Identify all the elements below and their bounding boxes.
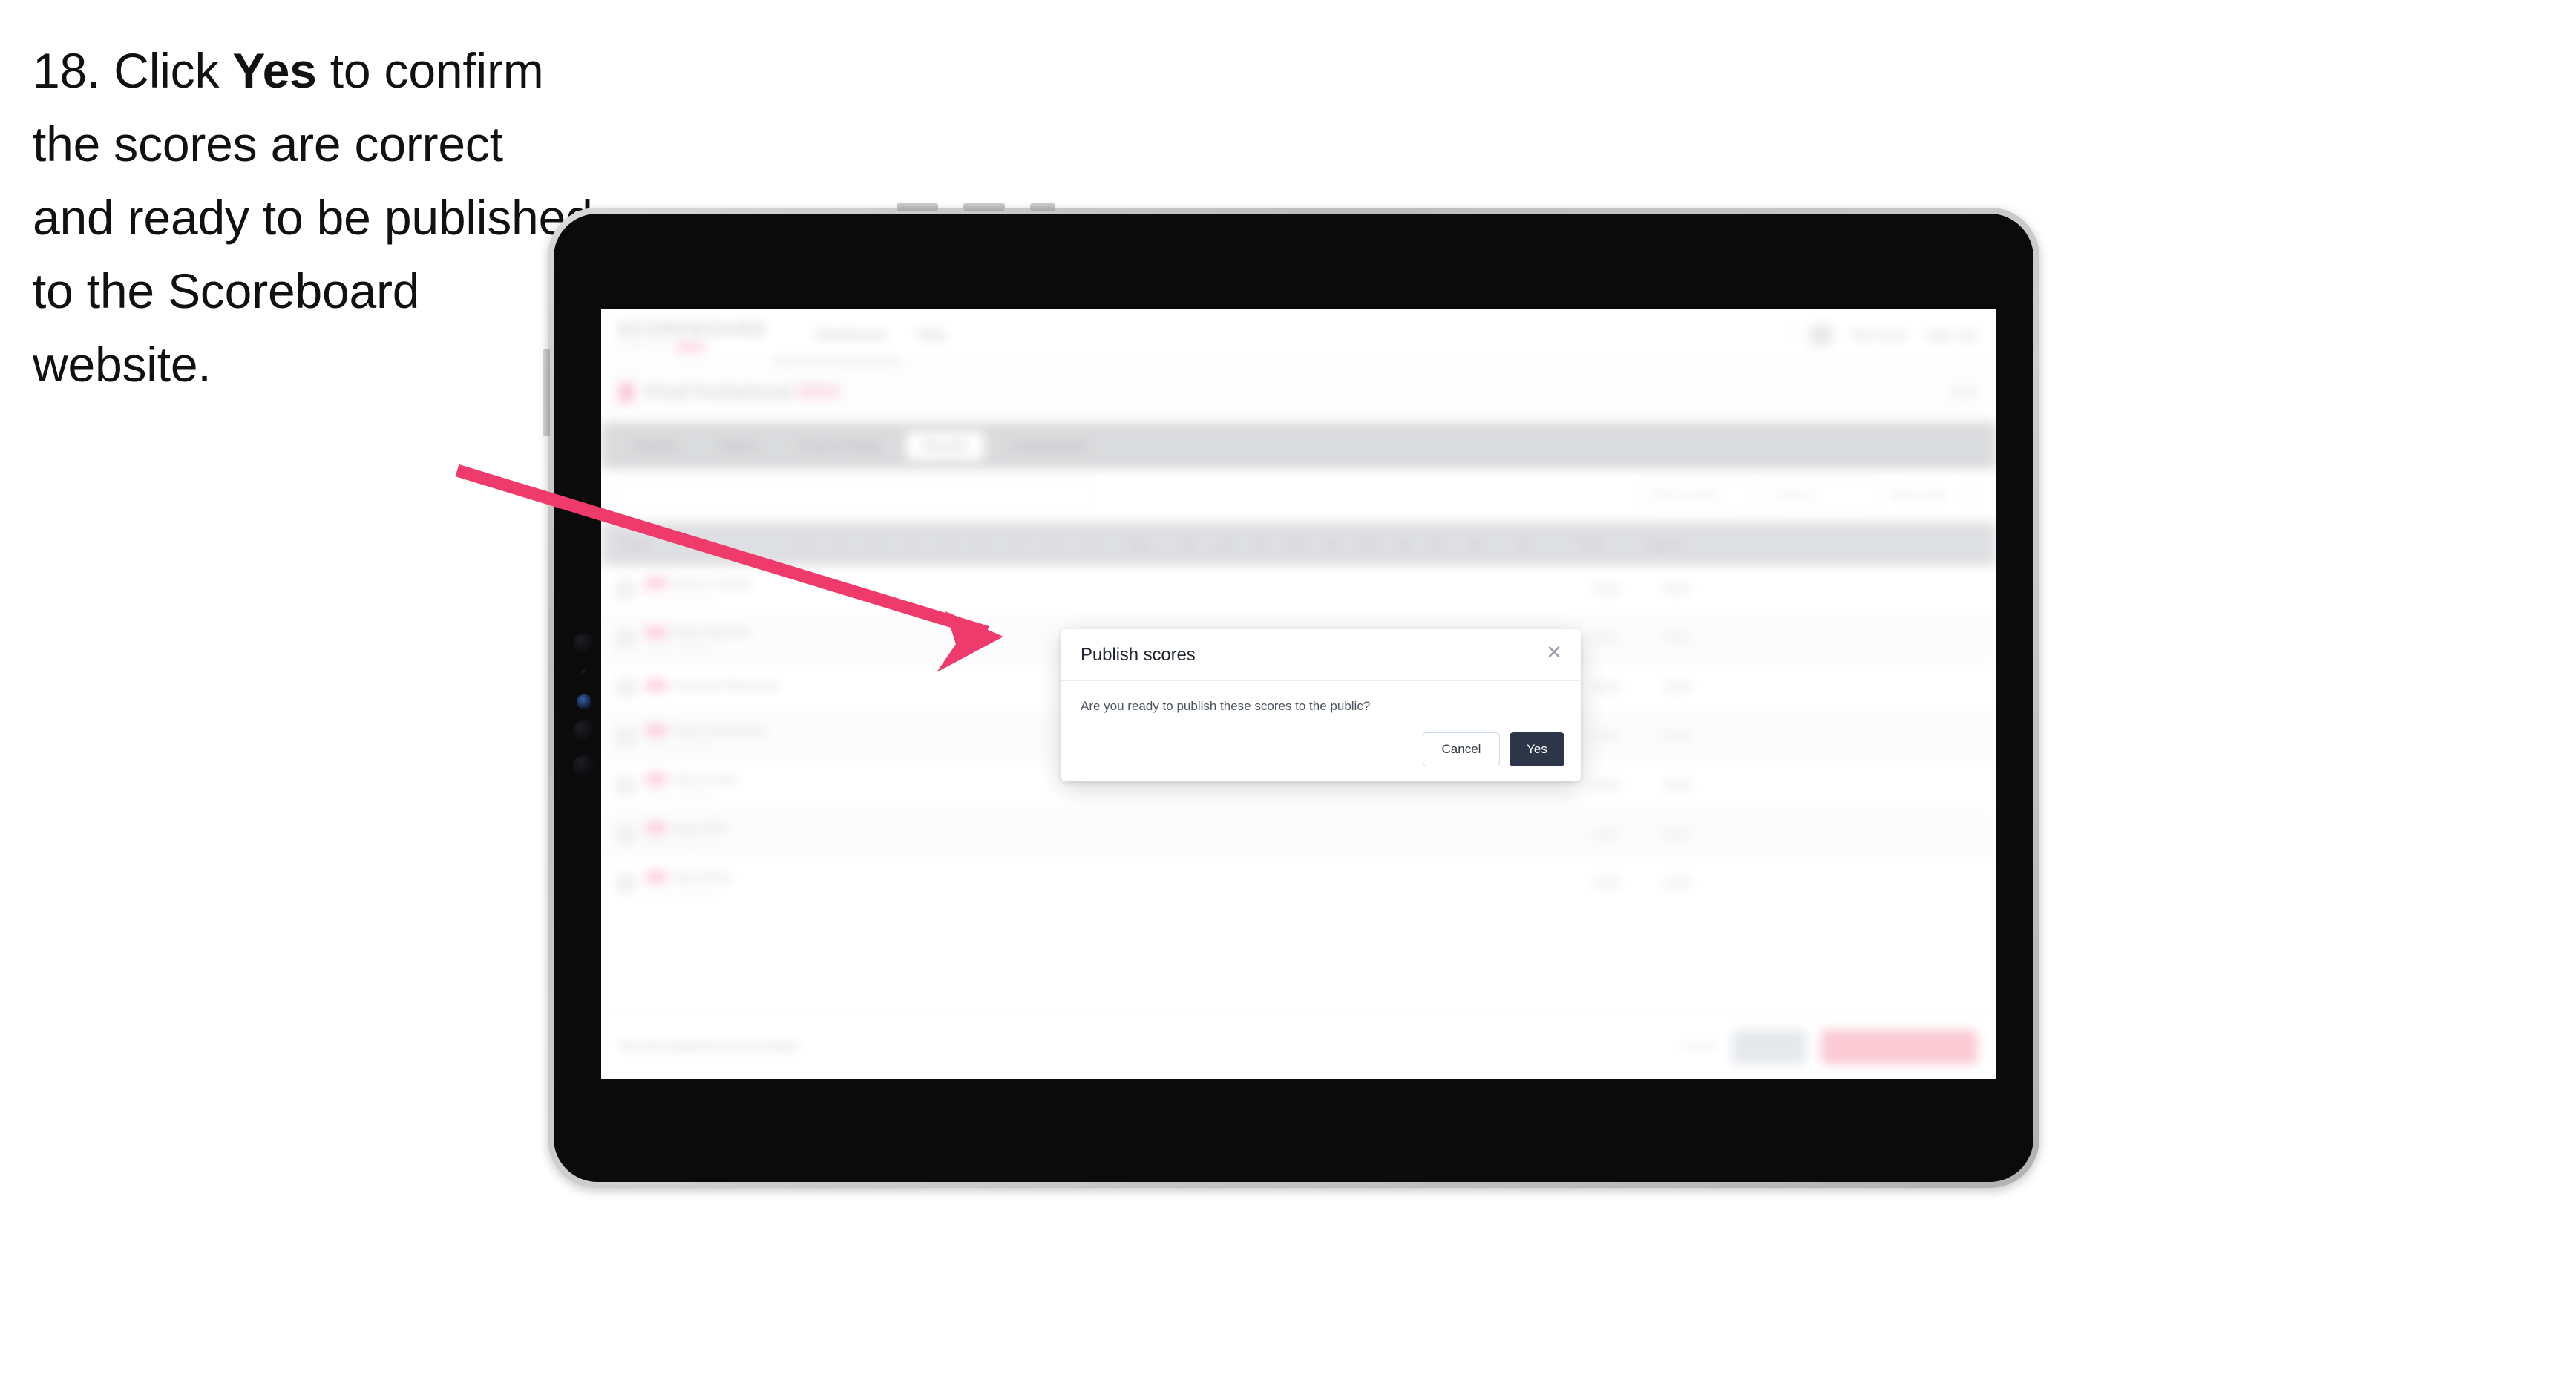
caption-prefix: 18. Click bbox=[33, 43, 233, 98]
yes-button[interactable]: Yes bbox=[1510, 732, 1564, 766]
tablet-device-frame: SCOREBOARD POWERED BY Dashboard Help Tes… bbox=[543, 203, 2039, 1188]
instruction-caption: 18. Click Yes to confirm the scores are … bbox=[33, 34, 597, 401]
camera-lens-icon bbox=[573, 633, 595, 655]
tablet-body: SCOREBOARD POWERED BY Dashboard Help Tes… bbox=[554, 214, 2033, 1182]
tablet-screen: SCOREBOARD POWERED BY Dashboard Help Tes… bbox=[601, 309, 1996, 1079]
close-icon[interactable]: ✕ bbox=[1544, 642, 1564, 663]
cancel-button[interactable]: Cancel bbox=[1423, 732, 1500, 766]
dialog-message: Are you ready to publish these scores to… bbox=[1081, 699, 1371, 713]
tablet-top-button-1[interactable] bbox=[897, 203, 938, 211]
sensor-dot-icon bbox=[581, 669, 587, 675]
camera-lens-tertiary-icon bbox=[573, 755, 595, 778]
tablet-left-button[interactable] bbox=[543, 349, 550, 436]
modal-layer: Publish scores ✕ Are you ready to publis… bbox=[601, 309, 1996, 1079]
tablet-top-button-2[interactable] bbox=[963, 203, 1005, 211]
screenshot-canvas: 18. Click Yes to confirm the scores are … bbox=[0, 0, 2576, 1386]
tablet-top-button-3[interactable] bbox=[1030, 203, 1055, 211]
camera-lens-secondary-icon bbox=[573, 720, 595, 743]
caption-bold-term: Yes bbox=[232, 43, 317, 98]
publish-scores-dialog: Publish scores ✕ Are you ready to publis… bbox=[1061, 629, 1581, 781]
camera-lens-blue-icon bbox=[577, 694, 591, 709]
dialog-body: Are you ready to publish these scores to… bbox=[1061, 681, 1581, 714]
dialog-title: Publish scores bbox=[1081, 644, 1196, 665]
dialog-header: Publish scores ✕ bbox=[1061, 629, 1581, 681]
dialog-footer: Cancel Yes bbox=[1423, 732, 1564, 766]
